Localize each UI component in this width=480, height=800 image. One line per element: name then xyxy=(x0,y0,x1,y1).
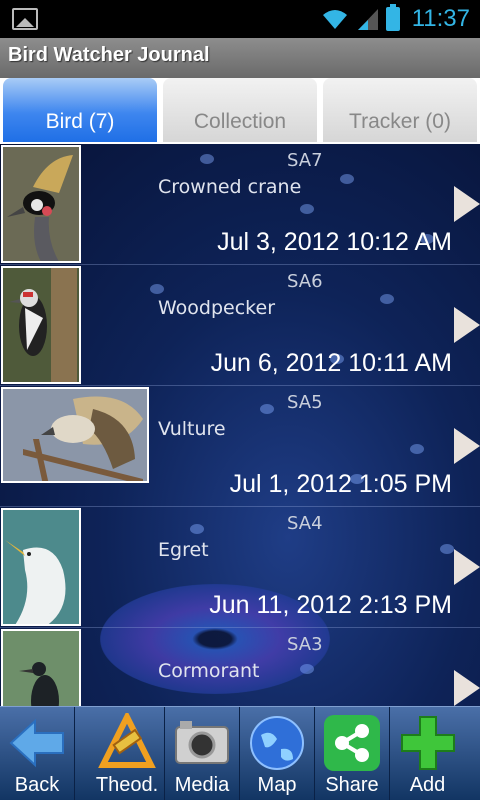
media-label: Media xyxy=(174,774,230,796)
entry-name: Cormorant xyxy=(158,660,260,682)
vulture-photo xyxy=(1,387,149,483)
crowned-crane-photo xyxy=(1,145,81,263)
image-icon xyxy=(12,8,38,30)
entry-name: Vulture xyxy=(158,418,226,440)
list-item[interactable]: SA6 Woodpecker Jun 6, 2012 10:11 AM xyxy=(0,265,480,386)
list-item[interactable]: SA3 Cormorant xyxy=(0,628,480,706)
entry-datetime: Jun 11, 2012 2:13 PM xyxy=(209,591,452,619)
entry-datetime: Jul 3, 2012 10:12 AM xyxy=(217,228,452,256)
list-item[interactable]: SA7 Crowned crane Jul 3, 2012 10:12 AM xyxy=(0,144,480,265)
tab-label: Collection xyxy=(193,110,287,133)
map-label: Map xyxy=(257,774,297,796)
map-button[interactable]: Map xyxy=(240,707,315,800)
back-arrow-icon xyxy=(9,718,64,768)
chevron-right-icon[interactable] xyxy=(454,186,480,222)
tab-collection[interactable]: Collection xyxy=(163,78,317,142)
plus-icon xyxy=(400,716,455,770)
bottom-toolbar: Back Theod. Media Map Share Add xyxy=(0,706,480,800)
theodolite-button[interactable]: Theod. xyxy=(90,707,165,800)
entry-code: SA7 xyxy=(287,150,323,171)
tab-tracker[interactable]: Tracker (0) xyxy=(323,78,477,142)
back-label: Back xyxy=(14,774,60,796)
entry-code: SA3 xyxy=(287,634,323,655)
tab-bar: Bird (7) Collection Tracker (0) xyxy=(0,78,480,144)
camera-icon xyxy=(175,721,229,764)
entry-datetime: Jul 1, 2012 1:05 PM xyxy=(229,470,452,498)
share-label: Share xyxy=(325,774,379,796)
entry-datetime: Jun 6, 2012 10:11 AM xyxy=(210,349,452,377)
entry-code: SA5 xyxy=(287,392,323,413)
chevron-right-icon[interactable] xyxy=(454,428,480,464)
chevron-right-icon[interactable] xyxy=(454,670,480,706)
chevron-right-icon[interactable] xyxy=(454,307,480,343)
tab-label: Bird (7) xyxy=(45,110,115,133)
list-item[interactable]: SA4 Egret Jun 11, 2012 2:13 PM xyxy=(0,507,480,628)
share-button[interactable]: Share xyxy=(315,707,390,800)
clock: 11:37 xyxy=(411,5,470,32)
cormorant-photo xyxy=(1,629,81,706)
entry-code: SA4 xyxy=(287,513,323,534)
app-title: Bird Watcher Journal xyxy=(8,44,210,66)
status-icons: 11:37 xyxy=(320,4,470,34)
media-button[interactable]: Media xyxy=(165,707,240,800)
status-bar: 11:37 xyxy=(0,0,480,38)
theodolite-label: Theod. xyxy=(95,774,159,796)
entry-name: Crowned crane xyxy=(158,176,302,198)
bird-list[interactable]: SA7 Crowned crane Jul 3, 2012 10:12 AM S… xyxy=(0,144,480,706)
globe-icon xyxy=(250,716,304,770)
theodolite-icon xyxy=(98,713,156,768)
tab-label: Tracker (0) xyxy=(349,110,451,133)
entry-code: SA6 xyxy=(287,271,323,292)
title-bar: Bird Watcher Journal xyxy=(0,38,480,78)
tab-bird[interactable]: Bird (7) xyxy=(3,78,157,142)
entry-name: Egret xyxy=(158,539,209,561)
battery-icon xyxy=(385,4,400,31)
share-icon xyxy=(324,715,380,771)
list-item[interactable]: SA5 Vulture Jul 1, 2012 1:05 PM xyxy=(0,386,480,507)
entry-name: Woodpecker xyxy=(158,297,276,319)
back-button[interactable]: Back xyxy=(0,707,75,800)
chevron-right-icon[interactable] xyxy=(454,549,480,585)
add-button[interactable]: Add xyxy=(390,707,465,800)
egret-photo xyxy=(1,508,81,626)
add-label: Add xyxy=(409,774,446,796)
woodpecker-photo xyxy=(1,266,81,384)
signal-icon xyxy=(357,9,378,30)
wifi-icon xyxy=(322,10,347,29)
